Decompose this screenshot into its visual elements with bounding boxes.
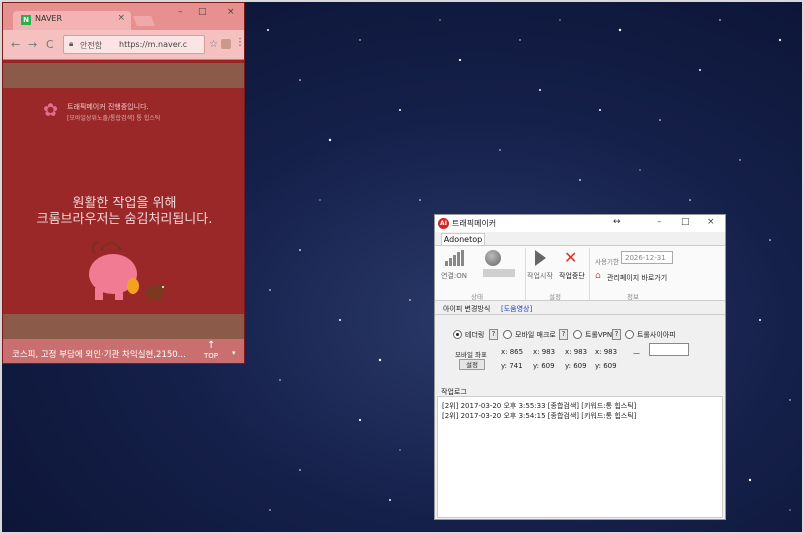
maximize-button[interactable]: □: [198, 7, 207, 17]
progress-notice-subtitle: [모바일상위노출/통합검색] 통 힙스틱: [67, 115, 161, 122]
ip-address-redacted: [483, 269, 515, 277]
ticker-text[interactable]: 코스피, 고정 부담에 외인·기관 차익실현,2150...: [12, 348, 202, 360]
naver-favicon-icon: N: [21, 15, 31, 25]
coord-x: x: 983: [595, 348, 618, 356]
browser-titlebar: N NAVER × – □ ×: [3, 3, 244, 30]
ribbon-separator: [589, 248, 590, 300]
tab-ip-change[interactable]: 아이피 변경방식: [443, 304, 490, 314]
tab-close-icon[interactable]: ×: [117, 13, 125, 23]
close-button[interactable]: ×: [227, 7, 235, 17]
radio-mobile-macro[interactable]: [503, 330, 512, 339]
radio-tethering[interactable]: [453, 330, 462, 339]
radio-troll-site-ip[interactable]: [625, 330, 634, 339]
app-ribbon: 연결:ON 상태 작업시작 ✕ 작업중단 설정 사용기한 2026-12-31 …: [435, 245, 725, 301]
page-footer-strip: [3, 314, 244, 339]
app-logo-icon: AI: [438, 218, 449, 229]
expiry-field: 2026-12-31: [621, 251, 673, 264]
extension-icon[interactable]: [221, 39, 231, 49]
minimize-button[interactable]: –: [178, 7, 183, 17]
ticker-dropdown-icon[interactable]: ▾: [232, 349, 236, 357]
radio-troll-vpn[interactable]: [573, 330, 582, 339]
log-line: [2위] 2017-03-20 오후 3:55:33 [종합검색] [키워드:통…: [442, 402, 637, 410]
settings-tabs: 아이피 변경방식 [도움영상]: [435, 302, 725, 314]
app-close-button[interactable]: ×: [707, 217, 715, 227]
info-group-label: 정보: [627, 293, 639, 301]
omnibox[interactable]: 🔒︎ 안전함 https://m.naver.c: [63, 35, 205, 54]
connection-status: 연결:ON: [441, 272, 467, 280]
coord-y: y: 609: [533, 362, 555, 370]
scroll-top-arrow-icon[interactable]: ↑: [207, 340, 215, 351]
radio-label: 테더링: [465, 331, 485, 339]
section-divider: [435, 314, 725, 315]
traffic-maker-window: AI 트래픽메이커 ↔ – □ × Adonetop 연결:ON 상태 작업시작…: [434, 214, 726, 520]
coord-x: x: 865: [501, 348, 524, 356]
back-button[interactable]: ←: [11, 38, 20, 51]
coord-input[interactable]: [649, 343, 689, 356]
help-video-link[interactable]: [도움영상]: [501, 304, 532, 314]
tab-title: NAVER: [35, 14, 63, 23]
app-titlebar: AI 트래픽메이커 ↔ – □ ×: [435, 215, 725, 232]
secure-label: 안전함: [80, 41, 103, 50]
mascot-illustration: [89, 241, 165, 305]
browser-menu-icon[interactable]: ⋮: [235, 37, 244, 48]
move-cursor-icon: ↔: [613, 217, 621, 227]
lock-icon: 🔒︎: [69, 39, 74, 48]
log-line: [2위] 2017-03-20 오후 3:54:15 [종합검색] [키워드:통…: [442, 412, 637, 420]
bookmark-star-icon[interactable]: ☆: [209, 39, 218, 50]
coord-y: y: 609: [565, 362, 587, 370]
coord-x: x: 983: [565, 348, 588, 356]
coord-y: y: 609: [595, 362, 617, 370]
start-button[interactable]: 작업시작: [527, 271, 553, 281]
coord-dash: —: [633, 349, 640, 357]
page-header-strip: [3, 63, 244, 88]
browser-tab[interactable]: N NAVER ×: [13, 11, 131, 30]
new-tab-button[interactable]: [133, 16, 155, 26]
signal-icon: [445, 250, 465, 266]
progress-notice-title: 트래픽메이커 진행중입니다.: [67, 103, 149, 111]
scroll-top-label[interactable]: TOP: [204, 352, 218, 360]
gear-icon: ✿: [43, 100, 59, 121]
coord-y: y: 741: [501, 362, 523, 370]
stop-icon[interactable]: ✕: [564, 248, 577, 267]
work-log-list[interactable]: [2위] 2017-03-20 오후 3:55:33 [종합검색] [키워드:통…: [437, 396, 723, 518]
news-ticker[interactable]: 코스피, 고정 부담에 외인·기관 차익실현,2150... ↑ TOP ▾: [3, 339, 244, 363]
actions-group-label: 설정: [549, 293, 561, 301]
globe-icon: [485, 250, 501, 266]
radio-label: 트롤VPN: [585, 331, 613, 339]
app-maximize-button[interactable]: □: [681, 217, 690, 227]
chrome-browser-window: N NAVER × – □ × ← → C 🔒︎ 안전함 https://m.n…: [2, 2, 245, 364]
forward-button[interactable]: →: [28, 38, 37, 51]
url-text: https://m.naver.c: [119, 40, 188, 49]
app-minimize-button[interactable]: –: [657, 217, 662, 227]
ip-method-group: 테더링 ? 모바일 매크로 ? 트롤VPN ? 트롤사이아피: [435, 329, 725, 344]
app-title: 트래픽메이커: [452, 219, 497, 228]
help-button[interactable]: ?: [489, 329, 498, 340]
play-icon[interactable]: [535, 250, 546, 266]
help-button[interactable]: ?: [612, 329, 621, 340]
ribbon-separator: [525, 248, 526, 300]
expiry-label: 사용기한: [595, 258, 619, 266]
reload-button[interactable]: C: [46, 38, 54, 51]
radio-label: 트롤사이아피: [637, 331, 676, 339]
overlay-message-line2: 크롬브라우저는 숨김처리됩니다.: [36, 212, 213, 227]
mobile-coords-label: 모바일 좌표: [455, 351, 487, 359]
radio-label: 모바일 매크로: [515, 331, 556, 339]
admin-page-link[interactable]: 관리페이지 바로가기: [607, 273, 667, 283]
stop-button[interactable]: 작업중단: [559, 271, 585, 281]
coord-x: x: 983: [533, 348, 556, 356]
hidden-browser-overlay: ✿ 트래픽메이커 진행중입니다. [모바일상위노출/통합검색] 통 힙스틱 원활…: [3, 88, 244, 314]
help-button[interactable]: ?: [559, 329, 568, 340]
status-group-label: 상태: [471, 293, 483, 301]
set-coords-button[interactable]: 설정: [459, 359, 485, 370]
home-icon[interactable]: ⌂: [595, 271, 601, 281]
